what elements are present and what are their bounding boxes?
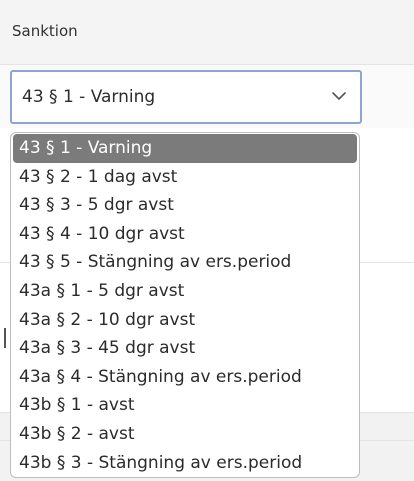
dropdown-option[interactable]: 43a § 3 - 45 dgr avst (11, 334, 359, 363)
dropdown-option[interactable]: 43 § 2 - 1 dag avst (11, 163, 359, 192)
divider (0, 64, 414, 65)
dropdown-option[interactable]: 43 § 5 - Stängning av ers.period (11, 248, 359, 277)
dropdown-option[interactable]: 43b § 2 - avst (11, 420, 359, 449)
dropdown-option[interactable]: 43 § 1 - Varning (13, 134, 357, 163)
dropdown-option[interactable]: 43a § 2 - 10 dgr avst (11, 306, 359, 335)
dropdown-option[interactable]: 43a § 4 - Stängning av ers.period (11, 363, 359, 392)
sanktion-label: Sanktion (12, 22, 78, 40)
dropdown-option[interactable]: 43 § 3 - 5 dgr avst (11, 191, 359, 220)
dropdown-option[interactable]: 43b § 1 - avst (11, 391, 359, 420)
background-field-edge (4, 328, 6, 348)
select-current-value: 43 § 1 - Varning (22, 87, 156, 107)
chevron-down-icon[interactable] (332, 90, 346, 102)
dropdown-option[interactable]: 43b § 3 - Stängning av ers.period (11, 449, 359, 477)
dropdown-option[interactable]: 43a § 1 - 5 dgr avst (11, 277, 359, 306)
sanktion-options-list[interactable]: 43 § 1 - Varning 43 § 2 - 1 dag avst 43 § … (10, 132, 360, 478)
sanktion-select[interactable]: 43 § 1 - Varning (10, 70, 362, 124)
dropdown-option[interactable]: 43 § 4 - 10 dgr avst (11, 220, 359, 249)
